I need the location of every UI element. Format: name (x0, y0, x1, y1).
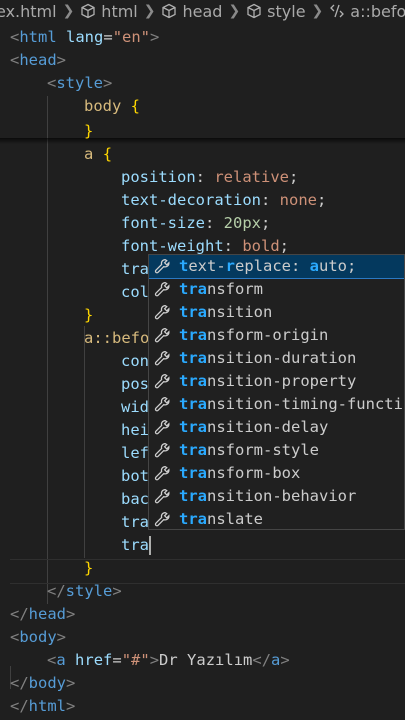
chevron-right-icon: ❯ (228, 3, 241, 19)
suggestion-item[interactable]: transition-timing-functio (149, 393, 404, 416)
suggestion-item[interactable]: transform-box (149, 462, 404, 485)
indent-guide (47, 96, 48, 604)
code-line: a::befo (84, 329, 150, 347)
cube-icon (162, 3, 177, 19)
code-line: } (84, 559, 94, 577)
cube-icon (247, 3, 261, 19)
wrench-icon (154, 511, 170, 527)
wrench-icon (154, 465, 170, 481)
breadcrumb: ex.html ❯ html ❯ head ❯ style ❯ a::befor… (0, 0, 405, 22)
suggestion-item[interactable]: transition-property (149, 370, 404, 393)
code-line: bot (121, 467, 149, 485)
code-line: <a href="#">Dr Yazılım</a> (47, 651, 290, 669)
wrench-icon (154, 396, 170, 412)
suggestion-item[interactable]: transform-style (149, 439, 404, 462)
code-line: body { (84, 97, 141, 115)
indent-guide (84, 326, 85, 558)
code-line: <style> (47, 74, 113, 92)
wrench-icon (154, 373, 170, 389)
code-line: </style> (47, 582, 122, 600)
code-line: </html> (10, 697, 76, 715)
suggestion-item[interactable]: transition-duration (149, 347, 404, 370)
breadcrumb-item-style[interactable]: style (246, 1, 306, 21)
code-line: text-decoration: none; (121, 191, 327, 209)
chevron-right-icon: ❯ (62, 3, 75, 19)
autocomplete-popup[interactable]: text-replace: auto; transform transition… (148, 254, 405, 530)
code-line: position: relative; (121, 168, 299, 186)
code-line: <html lang="en"> (10, 28, 160, 46)
code-line: </head> (10, 605, 76, 623)
breadcrumb-item-html[interactable]: html (80, 1, 138, 21)
breadcrumb-item-label: style (267, 1, 306, 21)
code-line: con (121, 352, 149, 370)
breadcrumb-file[interactable]: ex.html (0, 2, 57, 21)
wrench-icon (154, 419, 170, 435)
breadcrumb-item-label: a::before (350, 1, 405, 21)
wrench-icon (154, 281, 170, 297)
code-line-active[interactable]: tra (121, 534, 151, 557)
code-line: hei (121, 421, 149, 439)
breadcrumb-item-label: html (101, 1, 138, 21)
code-line: } (84, 122, 94, 140)
suggestion-item[interactable]: transform-origin (149, 324, 404, 347)
code-line: lef (121, 444, 149, 462)
suggestion-item[interactable]: transition-behavior (149, 485, 404, 508)
scroll-shadow (0, 138, 405, 144)
wrench-icon (154, 442, 170, 458)
cube-icon (81, 3, 95, 19)
breadcrumb-item-before[interactable]: a::before (329, 2, 405, 21)
wrench-icon (154, 258, 170, 274)
breadcrumb-item-label: head (182, 1, 223, 21)
suggestion-item[interactable]: transition (149, 301, 404, 324)
code-line: pos (121, 375, 149, 393)
style-icon (330, 4, 345, 18)
suggestion-item[interactable]: translate (149, 508, 404, 529)
wrench-icon (154, 304, 170, 320)
wrench-icon (154, 350, 170, 366)
suggestion-item[interactable]: transform (149, 278, 404, 301)
code-line: tra (121, 513, 149, 531)
code-line: a { (84, 145, 113, 163)
code-line: <body> (10, 628, 67, 646)
code-line: bac (121, 490, 149, 508)
code-line: font-size: 20px; (121, 214, 271, 232)
breadcrumb-file-label: ex.html (0, 1, 57, 21)
wrench-icon (154, 327, 170, 343)
wrench-icon (154, 488, 170, 504)
code-line: <head> (10, 51, 67, 69)
code-line: tra (121, 260, 149, 278)
code-line: wid (121, 398, 149, 416)
suggestion-item[interactable]: transition-delay (149, 416, 404, 439)
breadcrumb-item-head[interactable]: head (161, 2, 222, 21)
code-line: col (121, 283, 149, 301)
chevron-right-icon: ❯ (311, 3, 324, 19)
code-line: } (84, 306, 94, 324)
suggestion-item[interactable]: text-replace: auto; (149, 255, 404, 279)
chevron-right-icon: ❯ (143, 3, 156, 19)
text-caret (149, 536, 151, 555)
code-line: </body> (10, 674, 76, 692)
